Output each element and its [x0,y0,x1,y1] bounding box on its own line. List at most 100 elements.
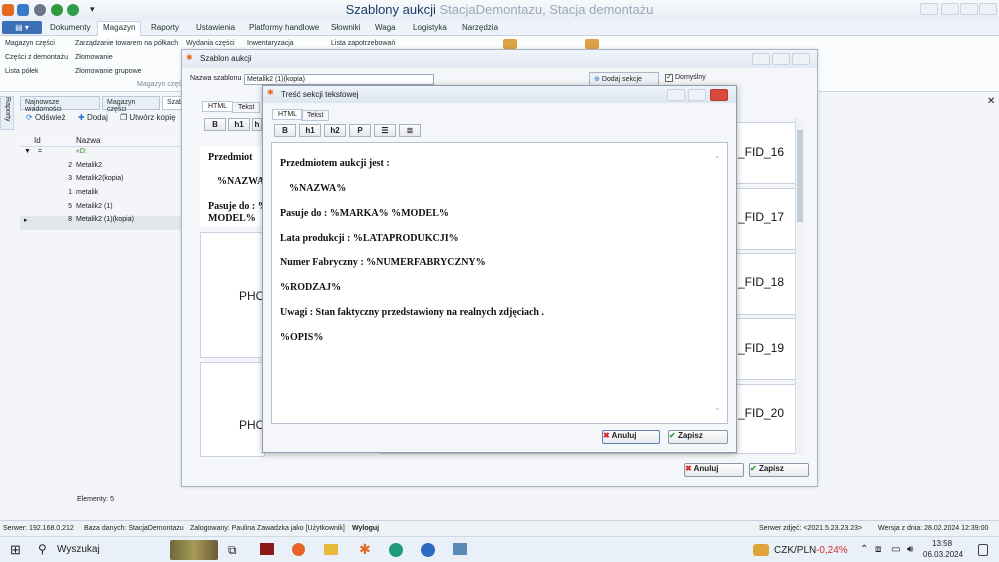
table-row[interactable]: 2 Metalik2 [20,162,185,176]
tab-narzedzia[interactable]: Narzędzia [457,22,503,33]
text-minimize-button[interactable] [667,89,685,101]
edge-icon[interactable] [389,543,403,557]
template-dialog-titlebar[interactable]: ✱ Szablon aukcji [182,50,817,68]
ribbon-zarzadzanie-towarem[interactable]: Zarządzanie towarem na półkach [75,40,178,47]
template-name-input[interactable]: Metalik2 (1)(kopia) [244,74,434,85]
table-row[interactable]: 3 Metalik2(kopia) [20,175,185,189]
table-row[interactable]: 5 Metalik2 (1) [20,203,185,217]
table-row-selected[interactable]: ▸ 8 Metalik2 (1)(kopia) [20,216,185,230]
ribbon-lista-zapotrzebowan[interactable]: Lista zapotrzebowań [331,40,395,47]
template-scrollbar[interactable] [795,118,804,454]
tab-dokumenty[interactable]: Dokumenty [45,22,95,33]
add-section-button[interactable]: ⊕ Dodaj sekcje [589,72,659,86]
template-bold-button[interactable]: B [204,118,226,131]
taskbar-search-label[interactable]: Wyszukaj [57,544,100,555]
filter-value[interactable]: «D: [76,148,87,155]
app-titlebar: ▾ Szablony aukcji StacjaDemontazu, Stacj… [0,0,999,20]
tray-network-icon[interactable]: ⧈ [875,544,881,555]
add-button[interactable]: ✚ Dodaj [78,113,108,122]
ribbon-czesci-z-demontazu[interactable]: Części z demontażu [5,54,68,61]
tray-volume-icon[interactable]: 🔊︎ [907,544,913,555]
sidebar-tab-raporty[interactable]: Raporty [0,96,14,130]
search-icon[interactable]: ⚲ [38,542,47,556]
close-button[interactable] [979,3,997,15]
bold-button[interactable]: B [274,124,296,137]
status-server: Serwer: 192.168.0.212 [3,525,74,532]
task-view-icon[interactable]: ⧉ [228,543,237,558]
save-icon: ✔ [669,431,676,440]
doc-tab-wiadomosci[interactable]: Najnowsze wiadomości [20,96,100,113]
file-explorer-icon[interactable] [324,544,338,555]
table-row[interactable]: 1 metalik [20,189,185,203]
tab-magazyn[interactable]: Magazyn [97,21,142,36]
text-cancel-button[interactable]: ✖ Anuluj [602,430,660,444]
tray-display-icon[interactable]: ▭ [891,544,900,555]
ribbon-package-icon[interactable] [503,39,517,49]
tray-chevron-icon[interactable]: ⌃ [860,544,868,555]
taskbar-app-icon[interactable] [260,543,274,555]
restore-button[interactable] [941,3,959,15]
template-cancel-button[interactable]: ✖ Anuluj [684,463,744,477]
tab-waga[interactable]: Waga [370,22,401,33]
text-save-button[interactable]: ✔ Zapisz [668,430,728,444]
firefox-icon[interactable] [292,543,305,556]
ribbon-wydania-czesci[interactable]: Wydania części [186,40,235,47]
taskbar-app-icon-2[interactable] [453,543,467,555]
template-tab-html[interactable]: HTML [202,101,234,112]
copy-button[interactable]: ❐ Utwórz kopię [120,113,176,122]
template-maximize-button[interactable] [772,53,790,65]
template-save-button[interactable]: ✔ Zapisz [749,463,809,477]
ribbon-zlomowanie-grupowe[interactable]: Złomowanie grupowe [75,68,142,75]
browser-icon[interactable] [421,543,435,557]
clock-date[interactable]: 06.03.2024 [923,550,963,559]
minimize-button[interactable] [920,3,938,15]
close-tab-icon[interactable]: ✕ [987,96,995,107]
h1-button[interactable]: h1 [299,124,321,137]
app-active-icon[interactable]: ✱ [359,541,371,558]
template-minimize-button[interactable] [752,53,770,65]
template-tab-tekst[interactable]: Tekst [232,102,261,113]
text-tab-tekst[interactable]: Tekst [301,110,330,121]
notifications-icon[interactable] [978,544,988,556]
currency-pair[interactable]: CZK/PLN [774,545,816,556]
paragraph-button[interactable]: P [349,124,371,137]
template-h1-button[interactable]: h1 [228,118,250,131]
ribbon-lista-polek[interactable]: Lista półek [5,68,38,75]
app-menu-button[interactable]: ▤ ▾ [2,21,42,34]
h2-button[interactable]: h2 [324,124,346,137]
tab-raporty[interactable]: Raporty [146,22,184,33]
currency-change[interactable]: -0,24% [816,545,848,556]
text-close-button[interactable] [710,89,728,101]
refresh-button[interactable]: ⟳ Odśwież [26,113,66,122]
windows-start-icon[interactable]: ⊞ [10,542,21,558]
template-h2-button[interactable]: h [252,118,262,131]
sidebar-tab-label: Raporty [4,97,11,122]
text-tab-html[interactable]: HTML [272,109,304,120]
grid-filter-row[interactable]: ▼ = «D: [20,148,185,162]
ribbon-zlomowanie[interactable]: Złomowanie [75,54,113,61]
html-editor[interactable]: Przedmiotem aukcji jest : %NAZWA% Pasuje… [271,142,728,424]
tab-platformy[interactable]: Platformy handlowe [244,22,324,33]
clock-time[interactable]: 13:58 [932,539,952,548]
doc-tab-magazyn[interactable]: Magazyn części [102,96,160,113]
scroll-down-icon[interactable]: ⌄ [714,403,721,412]
template-scrollbar-thumb[interactable] [797,130,803,222]
ribbon-magazyn-czesci[interactable]: Magazyn części [5,40,55,47]
maximize-button[interactable] [960,3,978,15]
text-dialog-titlebar[interactable]: ✱ Treść sekcji tekstowej [263,86,736,103]
default-checkbox[interactable]: ✓ [665,74,673,82]
col-header-name[interactable]: Nazwa [76,136,100,145]
tab-ustawienia[interactable]: Ustawienia [191,22,240,33]
col-header-id[interactable]: Id [34,136,41,145]
filter-operator[interactable]: = [38,148,42,155]
template-close-button[interactable] [792,53,810,65]
logout-link[interactable]: Wyloguj [352,525,379,532]
scroll-up-icon[interactable]: ⌃ [714,155,721,164]
text-maximize-button[interactable] [688,89,706,101]
tab-logistyka[interactable]: Logistyka [408,22,452,33]
tab-slowniki[interactable]: Słowniki [326,22,365,33]
bullet-list-button[interactable]: ☰ [374,124,396,137]
ribbon-inwentaryzacja[interactable]: Inwentaryzacja [247,40,294,47]
ribbon-package-icon-2[interactable] [585,39,599,49]
numbered-list-button[interactable]: ≣ [399,124,421,137]
